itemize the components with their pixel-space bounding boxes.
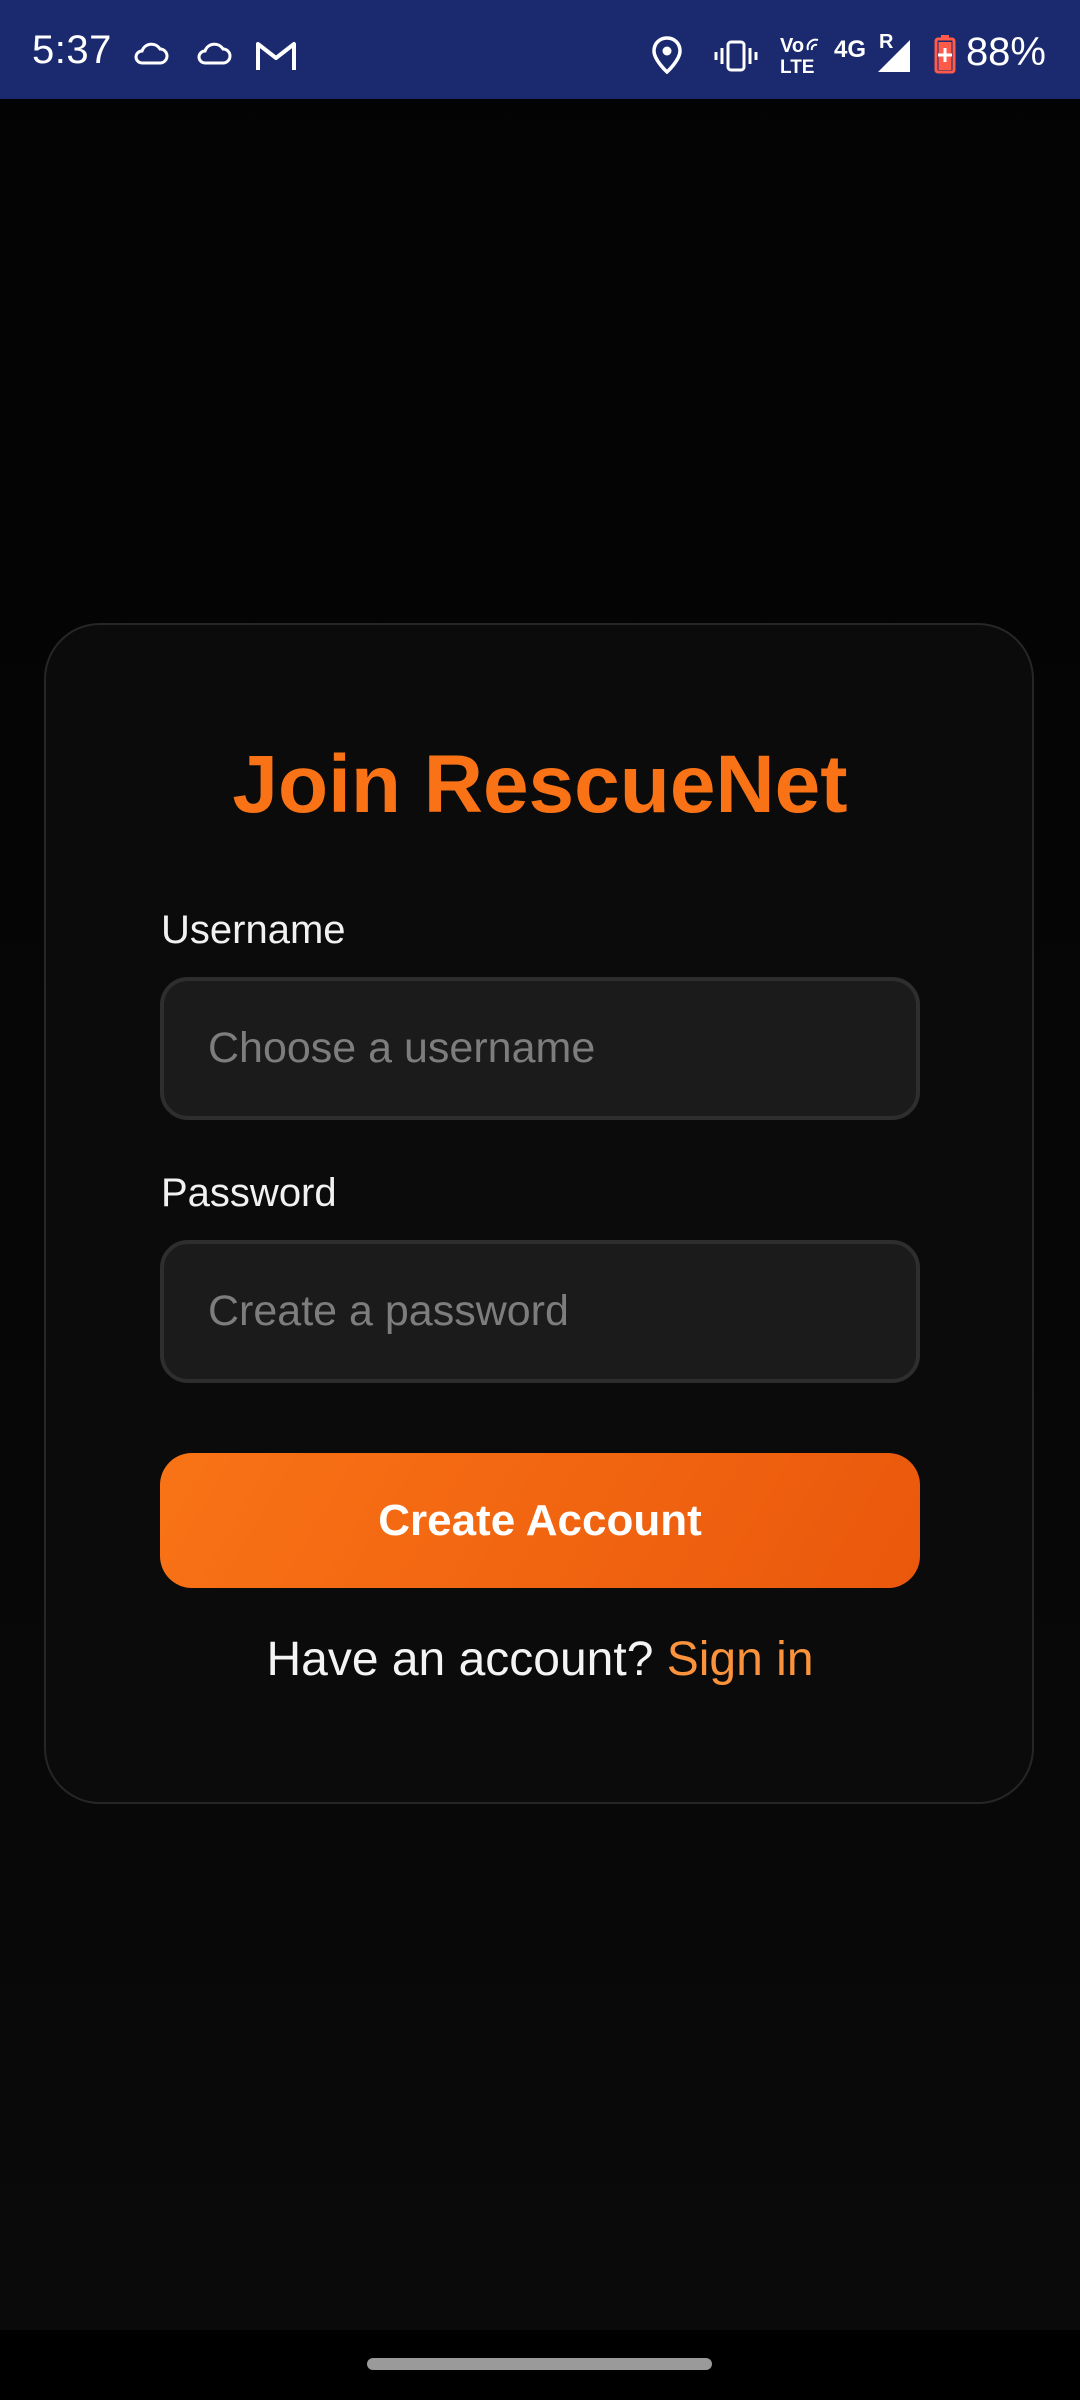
create-account-button[interactable]: Create Account: [160, 1453, 920, 1588]
username-label: Username: [161, 908, 346, 952]
location-icon: [652, 36, 682, 74]
status-bar: 5:37 Vo LTE 4G R 88%: [0, 0, 1080, 99]
battery-icon: [934, 35, 956, 74]
signin-link[interactable]: Sign in: [667, 1633, 814, 1686]
cloud-icon: [197, 42, 232, 65]
password-input[interactable]: [160, 1240, 920, 1383]
network-type: 4G: [834, 36, 867, 63]
gmail-icon: [256, 42, 296, 70]
battery-percentage: 88%: [965, 30, 1046, 74]
username-input[interactable]: [160, 977, 920, 1120]
status-time: 5:37: [32, 28, 112, 72]
password-label: Password: [161, 1171, 337, 1215]
signal-icon: [878, 40, 910, 72]
signin-prompt-text: Have an account?: [266, 1633, 654, 1686]
page-title: Join RescueNet: [232, 739, 848, 830]
cloud-icon: [134, 42, 169, 65]
vibrate-icon: [714, 40, 758, 72]
home-indicator[interactable]: [367, 2358, 712, 2370]
signin-prompt-row: Have an account? Sign in: [0, 1632, 1080, 1688]
signup-screen: 5:37 Vo LTE 4G R 88% Join RescueNet User…: [0, 0, 1080, 2400]
